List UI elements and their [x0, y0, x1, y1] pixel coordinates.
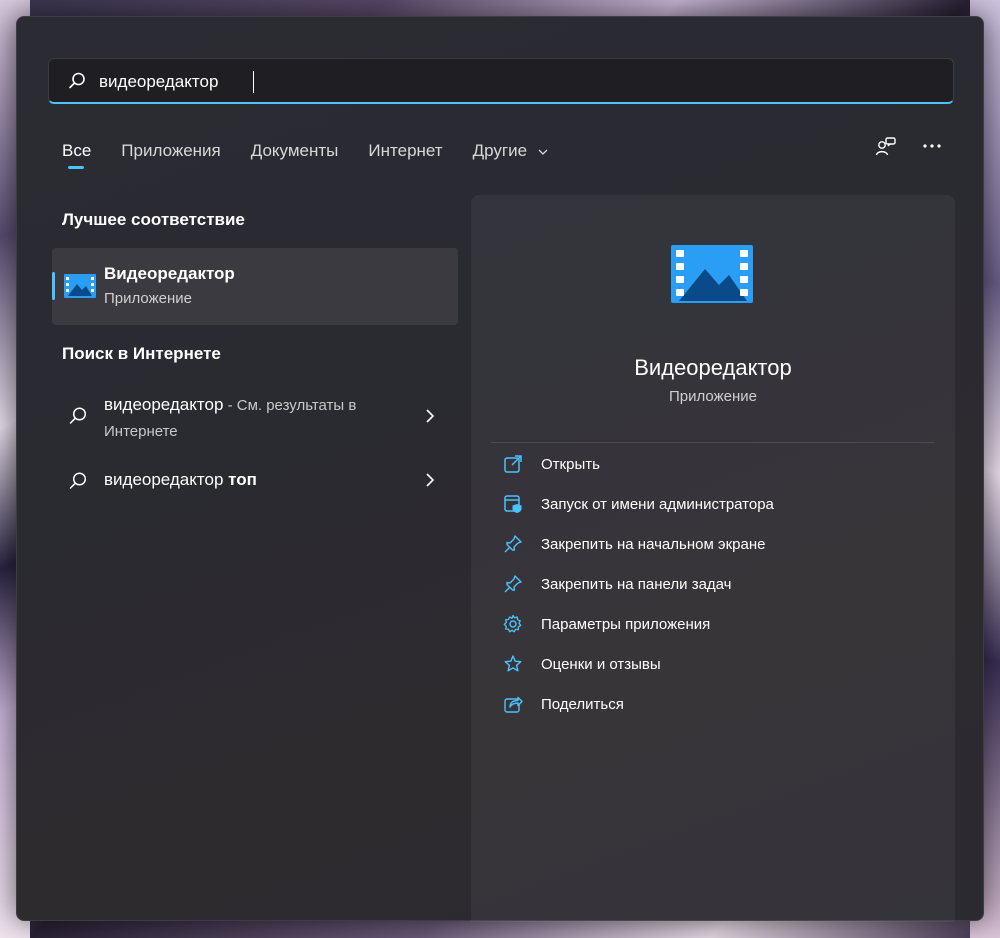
best-match-app-type: Приложение — [104, 290, 192, 307]
action-pin-taskbar[interactable]: Закрепить на панели задач — [503, 572, 732, 596]
tab-apps-label: Приложения — [121, 141, 221, 160]
details-pane: Видеоредактор Приложение Открыть Запуск … — [471, 195, 955, 922]
admin-shield-icon — [504, 495, 522, 513]
open-external-icon — [504, 455, 522, 473]
video-editor-large-icon — [671, 245, 753, 303]
search-flyout: Все Приложения Документы Интернет Другие — [16, 16, 984, 922]
action-label: Закрепить на панели задач — [541, 575, 732, 593]
search-input[interactable] — [99, 69, 699, 95]
tab-other[interactable]: Другие — [473, 139, 548, 169]
tab-documents-label: Документы — [250, 141, 339, 160]
web-result-item[interactable]: видеоредактор - См. результаты в Интерне… — [52, 392, 458, 444]
flyout-toolbar — [875, 135, 943, 157]
action-label: Оценки и отзывы — [541, 655, 661, 673]
star-icon — [504, 655, 522, 672]
action-run-as-admin[interactable]: Запуск от имени администратора — [503, 492, 774, 516]
text-caret — [253, 71, 254, 93]
search-icon — [69, 72, 85, 89]
web-result-query: видеоредактор — [104, 470, 229, 489]
action-label: Запуск от имени администратора — [541, 495, 774, 513]
action-pin-start[interactable]: Закрепить на начальном экране — [503, 532, 765, 556]
web-search-heading: Поиск в Интернете — [62, 344, 221, 363]
action-label: Поделиться — [541, 695, 624, 713]
details-app-name: Видеоредактор — [634, 355, 792, 380]
account-switch-icon[interactable] — [875, 135, 897, 157]
chevron-right-icon — [426, 473, 435, 487]
tab-internet[interactable]: Интернет — [368, 139, 442, 169]
video-editor-icon — [64, 274, 96, 298]
gear-icon — [503, 614, 522, 633]
share-icon — [504, 696, 523, 713]
tab-all[interactable]: Все — [62, 139, 91, 169]
search-box[interactable] — [48, 58, 954, 104]
best-match-heading: Лучшее соответствие — [62, 210, 245, 229]
action-app-settings[interactable]: Параметры приложения — [503, 612, 710, 636]
more-options-icon[interactable] — [921, 135, 943, 157]
details-app-type: Приложение — [669, 388, 757, 405]
action-label: Открыть — [541, 455, 600, 473]
chevron-right-icon — [426, 409, 435, 423]
web-result-text: видеоредактор - См. результаты в Интерне… — [104, 392, 414, 444]
tab-internet-label: Интернет — [368, 141, 443, 160]
search-icon — [69, 407, 87, 424]
chevron-down-icon — [538, 149, 548, 155]
action-label: Закрепить на начальном экране — [541, 535, 766, 553]
tab-apps[interactable]: Приложения — [121, 139, 220, 169]
action-rate-review[interactable]: Оценки и отзывы — [503, 652, 661, 676]
divider — [491, 442, 935, 443]
tab-all-label: Все — [62, 141, 92, 160]
web-result-query: видеоредактор — [104, 395, 224, 414]
selection-indicator — [52, 272, 55, 300]
action-open[interactable]: Открыть — [503, 452, 600, 476]
action-label: Параметры приложения — [541, 615, 711, 633]
pin-icon — [504, 575, 522, 593]
tab-other-label: Другие — [472, 141, 528, 160]
tab-documents[interactable]: Документы — [251, 139, 339, 169]
action-share[interactable]: Поделиться — [503, 692, 624, 716]
web-result-text: видеоредактор топ — [104, 467, 414, 492]
search-icon — [69, 472, 87, 489]
web-result-bold: топ — [228, 470, 257, 489]
filter-tabs: Все Приложения Документы Интернет Другие — [62, 139, 578, 169]
best-match-item[interactable]: Видеоредактор Приложение — [52, 248, 458, 325]
active-tab-indicator — [68, 166, 84, 169]
pin-icon — [504, 535, 522, 553]
best-match-app-name: Видеоредактор — [104, 264, 235, 283]
web-result-item[interactable]: видеоредактор топ — [52, 467, 458, 495]
